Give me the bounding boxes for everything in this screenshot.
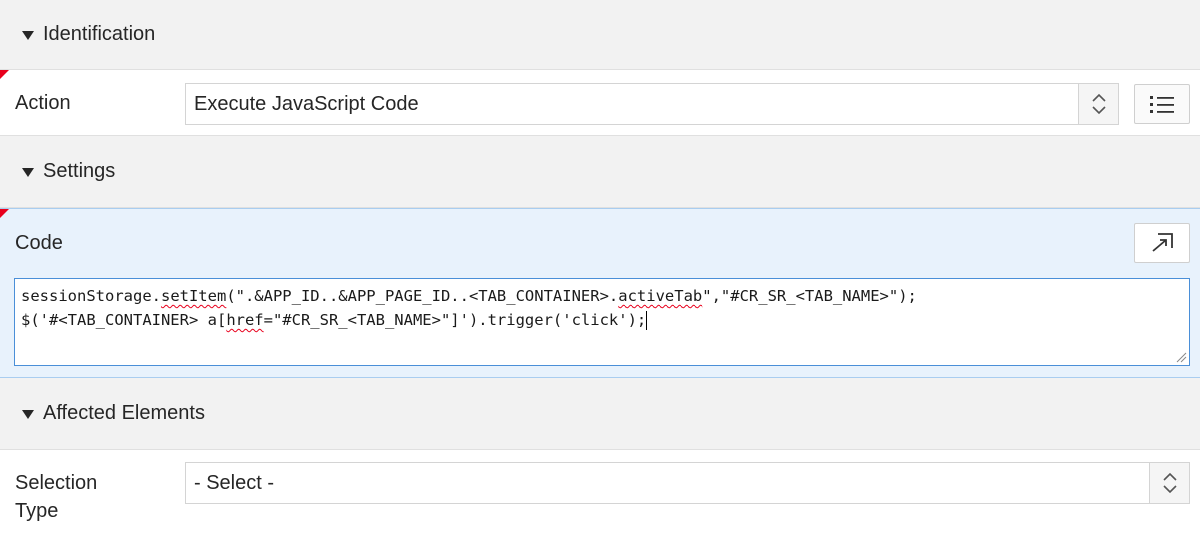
- label-line: Type: [15, 500, 59, 522]
- code-text: ="#CR_SR_<TAB_NAME>"]').trigger('click')…: [263, 311, 647, 329]
- selection-type-label: Selection Type: [15, 469, 97, 525]
- up-down-chevrons-icon: [1149, 463, 1189, 503]
- section-header-affected-elements[interactable]: Affected Elements: [0, 378, 1200, 450]
- list-icon: [1150, 96, 1174, 113]
- section-title: Settings: [43, 160, 116, 182]
- collapse-caret-icon: [22, 31, 34, 40]
- collapse-caret-icon: [22, 168, 34, 177]
- required-marker: [0, 70, 9, 79]
- code-text: href: [226, 311, 264, 329]
- collapse-caret-icon: [22, 410, 34, 419]
- action-label: Action: [15, 92, 71, 114]
- selection-type-select[interactable]: - Select -: [185, 462, 1190, 504]
- up-down-chevrons-icon: [1078, 84, 1118, 124]
- code-label: Code: [15, 232, 63, 254]
- resize-grip-icon[interactable]: [1175, 351, 1187, 363]
- selection-type-row: Selection Type - Select -: [0, 450, 1200, 541]
- code-text: $('#<TAB_CONTAINER> a[: [21, 311, 227, 329]
- section-title: Affected Elements: [43, 402, 205, 424]
- section-header-identification[interactable]: Identification: [0, 0, 1200, 70]
- code-text: (".&APP_ID..&APP_PAGE_ID..<TAB_CONTAINER…: [226, 287, 619, 305]
- text-cursor: [646, 311, 648, 330]
- code-text: activeTab: [618, 287, 703, 305]
- section-header-settings[interactable]: Settings: [0, 136, 1200, 208]
- action-select-value: Execute JavaScript Code: [194, 92, 419, 115]
- selection-type-value: - Select -: [194, 471, 275, 494]
- action-select[interactable]: Execute JavaScript Code: [185, 83, 1119, 125]
- required-marker: [0, 209, 9, 218]
- expand-editor-icon: [1152, 233, 1173, 252]
- code-text: setItem: [160, 287, 227, 305]
- label-line: Selection: [15, 472, 98, 494]
- section-title: Identification: [43, 23, 156, 45]
- expand-code-editor-button[interactable]: [1134, 223, 1190, 263]
- list-of-values-button[interactable]: [1134, 84, 1190, 124]
- code-text: sessionStorage.: [21, 287, 161, 305]
- action-row: Action Execute JavaScript Code: [0, 70, 1200, 136]
- code-text: ","#CR_SR_<TAB_NAME>");: [702, 287, 917, 305]
- code-textarea[interactable]: sessionStorage.setItem(".&APP_ID..&APP_P…: [14, 278, 1190, 366]
